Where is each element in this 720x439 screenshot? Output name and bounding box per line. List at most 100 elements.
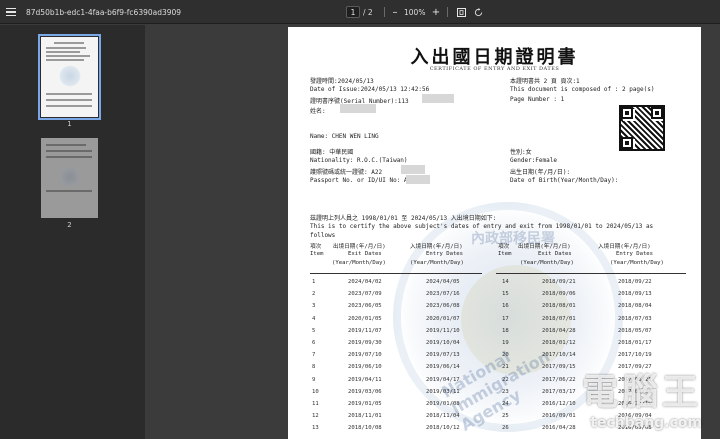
table-cell-item: 11 bbox=[312, 401, 319, 407]
zoom-in-button[interactable]: + bbox=[430, 0, 442, 24]
col-ymd: (Year/Month/Day) bbox=[520, 260, 574, 266]
table-cell-item: 24 bbox=[502, 401, 509, 407]
table-cell-item: 5 bbox=[312, 327, 316, 334]
file-name: 87d50b1b-edc1-4faa-b6f9-fc6390ad3909 bbox=[26, 7, 182, 17]
redacted-block bbox=[406, 175, 430, 184]
col-entry-en: Entry Dates bbox=[616, 251, 654, 257]
certify-en: This is to certify the above subject's d… bbox=[310, 223, 654, 230]
table-cell-entry: 2018/05/07 bbox=[618, 327, 652, 334]
nationality-zh: 國籍: 中華民國 bbox=[310, 149, 354, 156]
table-cell-exit: 2017/03/17 bbox=[542, 388, 576, 395]
document-subtitle: CERTIFICATE OF ENTRY AND EXIT DATES bbox=[429, 66, 560, 72]
table-cell-item: 26 bbox=[502, 425, 509, 432]
col-entry-zh: 入境日期(年/月/日) bbox=[410, 244, 463, 250]
table-cell-exit: 2019/06/10 bbox=[348, 364, 382, 371]
table-cell-entry: 2019/11/10 bbox=[426, 327, 460, 334]
table-cell-item: 2 bbox=[312, 291, 316, 298]
table-cell-exit: 2018/01/12 bbox=[542, 340, 576, 346]
table-cell-item: 25 bbox=[502, 413, 509, 420]
dob-en: Date of Birth(Year/Month/Day): bbox=[510, 177, 619, 184]
site-watermark-url: techbang.com bbox=[590, 415, 702, 431]
table-cell-entry: 2024/04/05 bbox=[426, 279, 460, 285]
table-cell-item: 14 bbox=[502, 279, 509, 285]
certify-zh: 茲證明上列人員之 1998/01/01 至 2024/05/13 入出境日期如下… bbox=[310, 215, 497, 222]
table-rule bbox=[310, 273, 482, 274]
col-item-zh: 項次 bbox=[310, 244, 322, 250]
table-cell-item: 21 bbox=[502, 364, 509, 371]
table-cell-exit: 2023/06/05 bbox=[348, 303, 382, 310]
table-cell-item: 20 bbox=[502, 352, 509, 359]
table-cell-entry: 2018/09/22 bbox=[618, 279, 652, 285]
page-thumbnail-1[interactable] bbox=[38, 34, 101, 120]
name-zh: 姓名: bbox=[310, 108, 326, 115]
page-number-input[interactable]: 1 bbox=[346, 6, 360, 18]
table-cell-item: 18 bbox=[502, 327, 509, 334]
table-cell-item: 1 bbox=[312, 279, 316, 285]
table-cell-exit: 2016/09/01 bbox=[542, 413, 576, 420]
table-cell-item: 23 bbox=[502, 388, 509, 395]
document-viewer[interactable]: National Immigration Agency 內政部移民署 入出國日期… bbox=[145, 25, 720, 439]
table-cell-entry: 2023/06/08 bbox=[426, 303, 460, 310]
col-item-en: Item bbox=[498, 251, 512, 257]
table-cell-exit: 2019/04/11 bbox=[348, 376, 382, 383]
table-cell-exit: 2023/07/09 bbox=[348, 291, 382, 298]
table-cell-exit: 2019/03/06 bbox=[348, 388, 382, 395]
thumbnail-sidebar: 1 2 bbox=[0, 25, 145, 439]
col-item-en: Item bbox=[310, 251, 324, 257]
name-en: Name: CHEN WEN LING bbox=[310, 133, 379, 140]
table-cell-item: 17 bbox=[502, 315, 509, 322]
table-cell-exit: 2018/08/01 bbox=[542, 303, 576, 310]
table-cell-item: 7 bbox=[312, 352, 316, 359]
menu-icon[interactable] bbox=[6, 0, 16, 24]
table-cell-exit: 2019/11/07 bbox=[348, 327, 382, 334]
passport-en: Passport No. or ID/UI No: A22 bbox=[310, 177, 415, 184]
table-cell-exit: 2016/04/28 bbox=[542, 425, 576, 432]
table-cell-exit: 2016/12/10 bbox=[542, 401, 576, 407]
fit-page-icon[interactable] bbox=[455, 0, 467, 24]
table-cell-entry: 2018/01/17 bbox=[618, 340, 652, 346]
zoom-out-button[interactable]: – bbox=[389, 0, 401, 24]
table-cell-entry: 2019/04/17 bbox=[426, 376, 460, 383]
table-cell-entry: 2018/11/04 bbox=[426, 413, 460, 420]
col-exit-zh: 出境日期(年/月/日) bbox=[518, 244, 571, 250]
table-cell-item: 12 bbox=[312, 413, 319, 420]
table-cell-entry: 2019/07/13 bbox=[426, 352, 460, 359]
table-cell-entry: 2023/07/16 bbox=[426, 291, 460, 298]
table-cell-entry: 2018/10/12 bbox=[426, 425, 460, 432]
thumbnail-label: 2 bbox=[67, 221, 72, 229]
issue-time-zh: 發證時間:2024/05/13 bbox=[310, 78, 374, 85]
col-ymd: (Year/Month/Day) bbox=[610, 260, 664, 266]
table-cell-entry: 2019/01/08 bbox=[426, 401, 460, 407]
table-cell-exit: 2024/04/02 bbox=[348, 279, 382, 285]
sex-zh: 性別:女 bbox=[510, 149, 532, 156]
table-cell-item: 15 bbox=[502, 291, 509, 298]
toolbar-divider bbox=[384, 7, 385, 17]
col-entry-en: Entry Dates bbox=[426, 251, 464, 257]
pdf-toolbar: 87d50b1b-edc1-4faa-b6f9-fc6390ad3909 1 /… bbox=[0, 0, 720, 24]
table-rule bbox=[496, 273, 686, 274]
certify-en: follows bbox=[310, 232, 336, 239]
zoom-level[interactable]: 100% bbox=[404, 0, 425, 24]
col-exit-en: Exit Dates bbox=[538, 251, 572, 257]
page-thumbnail-2[interactable] bbox=[41, 138, 98, 218]
table-cell-item: 19 bbox=[502, 340, 509, 346]
issue-date-en: Date of Issue:2024/05/13 12:42:56 bbox=[310, 86, 430, 93]
col-entry-zh: 入境日期(年/月/日) bbox=[598, 244, 651, 250]
table-cell-item: 16 bbox=[502, 303, 509, 310]
page-count-zh: 本證明書共 2 頁 頁次:1 bbox=[510, 78, 580, 85]
page-total: / 2 bbox=[363, 7, 373, 17]
site-watermark-logo: 電腦王 bbox=[581, 372, 702, 413]
table-cell-entry: 2019/03/11 bbox=[426, 388, 460, 395]
table-cell-exit: 2019/09/30 bbox=[348, 340, 382, 346]
table-cell-entry: 2017/10/19 bbox=[618, 352, 652, 359]
col-ymd: (Year/Month/Day) bbox=[410, 260, 464, 266]
table-cell-entry: 2018/08/04 bbox=[618, 303, 652, 310]
rotate-icon[interactable] bbox=[472, 0, 484, 24]
table-cell-exit: 2018/10/08 bbox=[348, 425, 382, 432]
sex-en: Gender:Female bbox=[510, 157, 557, 164]
table-cell-item: 4 bbox=[312, 315, 316, 322]
table-cell-exit: 2017/09/15 bbox=[542, 364, 576, 371]
table-cell-exit: 2020/01/05 bbox=[348, 315, 382, 322]
table-cell-entry: 2019/06/14 bbox=[426, 364, 460, 371]
col-exit-zh: 出境日期(年/月/日) bbox=[333, 244, 386, 250]
